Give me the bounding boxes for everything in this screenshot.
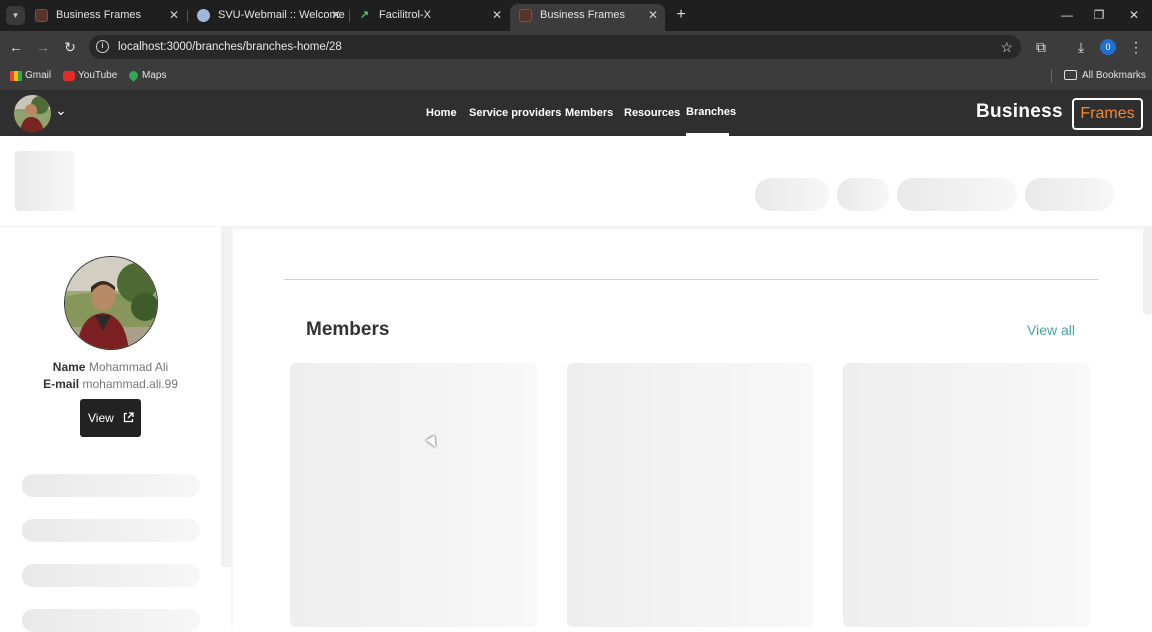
profile-email-row: E-mail mohammad.ali.99 xyxy=(0,377,221,391)
browser-tab-1[interactable]: Business Frames ✕ xyxy=(26,4,186,31)
tab-close-icon[interactable]: ✕ xyxy=(489,4,505,27)
user-menu-chevron-down-icon[interactable]: ⌄ xyxy=(55,102,67,119)
browser-profile-avatar[interactable]: 0 xyxy=(1100,39,1116,55)
nav-home[interactable]: Home xyxy=(426,107,457,119)
all-bookmarks-label: All Bookmarks xyxy=(1082,70,1146,81)
members-section-title: Members xyxy=(306,319,390,340)
page-scrollbar[interactable] xyxy=(1143,227,1152,315)
bookmark-label: Gmail xyxy=(25,70,52,81)
bookmarks-bar: Gmail YouTube Maps All Bookmarks xyxy=(0,63,1152,91)
bookmark-gmail[interactable]: Gmail xyxy=(10,63,51,89)
browser-menu-kebab-icon[interactable]: ⋮ xyxy=(1125,36,1147,58)
bookmark-youtube[interactable]: YouTube xyxy=(63,63,117,89)
minimize-icon[interactable]: — xyxy=(1052,4,1082,26)
nav-resources[interactable]: Resources xyxy=(624,107,680,119)
app-navbar: ⌄ Home Service providers Members Resourc… xyxy=(0,91,1152,136)
restore-icon[interactable]: ❐ xyxy=(1084,4,1114,26)
bookmark-maps[interactable]: Maps xyxy=(127,63,166,89)
facilitrol-favicon-icon: ↗ xyxy=(359,9,370,21)
url-text[interactable]: localhost:3000/branches/branches-home/28 xyxy=(118,35,342,59)
forward-arrow-icon[interactable]: → xyxy=(32,36,54,58)
email-label: E-mail xyxy=(43,377,80,391)
header-skeleton-pill xyxy=(897,178,1017,211)
gmail-icon xyxy=(10,71,22,81)
business-frames-favicon-icon xyxy=(35,9,48,22)
header-skeleton-pill xyxy=(1025,178,1114,211)
download-icon[interactable]: ⤓ xyxy=(1070,36,1092,58)
bookmark-label: Maps xyxy=(142,70,167,81)
reload-icon[interactable]: ↻ xyxy=(59,36,81,58)
member-card-skeleton xyxy=(843,363,1090,627)
svu-favicon-icon xyxy=(197,9,210,22)
profile-avatar xyxy=(64,256,158,350)
tab-search-chevron-icon[interactable]: ▾ xyxy=(6,6,25,25)
sidebar-scrollbar[interactable] xyxy=(221,227,231,567)
maps-pin-icon xyxy=(127,69,140,82)
view-button-label: View xyxy=(88,411,114,425)
nav-members[interactable]: Members xyxy=(565,107,613,119)
browser-toolbar: ← → ↻ i localhost:3000/branches/branches… xyxy=(0,31,1152,63)
view-all-members-link[interactable]: View all xyxy=(1027,322,1075,338)
member-card-skeleton xyxy=(290,363,537,627)
browser-tab-2[interactable]: SVU-Webmail :: Welcome ✕ xyxy=(188,4,348,31)
tab-close-icon[interactable]: ✕ xyxy=(166,4,182,27)
tab-close-icon[interactable]: ✕ xyxy=(645,4,661,27)
nav-branches[interactable]: Branches xyxy=(686,106,736,118)
sidebar-skeleton-item xyxy=(22,519,200,542)
profile-name-row: Name Mohammad Ali xyxy=(0,360,221,374)
name-value: Mohammad Ali xyxy=(88,360,169,374)
brand-logo-text[interactable]: Business xyxy=(976,101,1063,123)
all-bookmarks-button[interactable]: All Bookmarks xyxy=(1064,63,1146,89)
youtube-icon xyxy=(63,71,75,81)
tab-close-icon[interactable]: ✕ xyxy=(328,4,344,27)
extensions-puzzle-icon[interactable]: ⧉ xyxy=(1030,36,1052,58)
window-close-icon[interactable]: ✕ xyxy=(1119,4,1149,26)
header-skeleton-pill xyxy=(755,178,829,211)
sidebar-skeleton-item xyxy=(22,609,200,632)
browser-tabstrip: ▾ Business Frames ✕ SVU-Webmail :: Welco… xyxy=(0,0,1152,31)
browser-tab-title: Business Frames xyxy=(56,9,141,21)
brand-logo-box[interactable]: Frames xyxy=(1072,98,1143,130)
back-arrow-icon[interactable]: ← xyxy=(5,36,27,58)
site-info-icon[interactable]: i xyxy=(96,40,109,53)
browser-tab-3[interactable]: ↗ Facilitrol-X ✕ xyxy=(349,4,509,31)
bookmark-star-icon[interactable]: ☆ xyxy=(1000,35,1013,59)
header-skeleton-pill xyxy=(837,178,889,211)
browser-tab-4-active[interactable]: Business Frames ✕ xyxy=(510,4,665,31)
email-value: mohammad.ali.99 xyxy=(82,377,178,391)
name-label: Name xyxy=(52,360,86,374)
business-frames-favicon-icon xyxy=(519,9,532,22)
branch-logo-skeleton xyxy=(15,151,75,211)
folder-icon xyxy=(1064,70,1077,80)
bookmarks-divider xyxy=(1051,69,1052,83)
user-avatar[interactable] xyxy=(14,95,51,132)
branch-header xyxy=(0,136,1152,226)
sidebar-divider xyxy=(231,227,233,627)
new-tab-plus-icon[interactable]: + xyxy=(672,4,690,26)
sidebar-skeleton-item xyxy=(22,474,200,497)
sidebar-skeleton-item xyxy=(22,564,200,587)
external-link-icon xyxy=(123,399,134,437)
section-divider xyxy=(284,279,1098,280)
member-card-skeleton xyxy=(567,363,814,627)
bookmark-label: YouTube xyxy=(78,70,118,81)
browser-tab-title: Facilitrol-X xyxy=(379,9,431,21)
browser-tab-title: Business Frames xyxy=(540,9,625,21)
view-profile-button[interactable]: View xyxy=(80,399,141,437)
address-bar[interactable]: i localhost:3000/branches/branches-home/… xyxy=(89,35,1021,59)
nav-service-providers[interactable]: Service providers xyxy=(469,107,561,119)
browser-tab-title: SVU-Webmail :: Welcome xyxy=(218,9,345,21)
